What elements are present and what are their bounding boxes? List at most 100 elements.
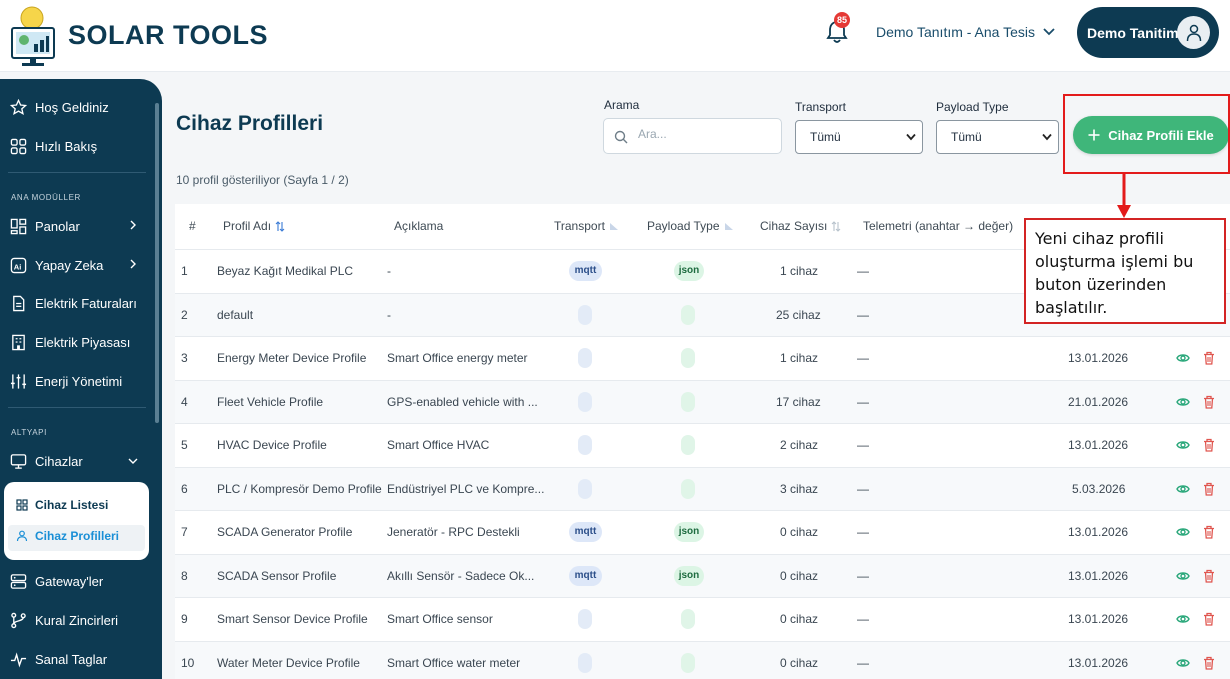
payload-select-value: Tümü [951, 130, 982, 144]
column-header-label: Payload Type [647, 219, 720, 233]
column-header-num: # [189, 219, 196, 233]
payload-badge [681, 304, 695, 325]
chevron-right-icon [130, 220, 136, 230]
sidebar-item-invoices[interactable]: Elektrik Faturaları [10, 292, 137, 314]
submenu-item-label: Cihaz Profilleri [35, 529, 120, 543]
delete-trash-icon[interactable] [1202, 612, 1216, 626]
avatar [1177, 16, 1210, 49]
cell-telemetry: — [857, 481, 869, 496]
delete-trash-icon[interactable] [1202, 438, 1216, 452]
sidebar-item-energy[interactable]: Enerji Yönetimi [10, 370, 122, 392]
payload-badge [681, 391, 695, 412]
sidebar-item-virtual-tags[interactable]: Sanal Taglar [10, 648, 107, 670]
view-eye-icon[interactable] [1176, 438, 1190, 452]
sidebar-scrollbar[interactable] [155, 103, 159, 423]
transport-select[interactable]: Tümü [795, 120, 923, 154]
cell-profile-name: Smart Sensor Device Profile [217, 612, 368, 626]
view-eye-icon[interactable] [1176, 656, 1190, 670]
sidebar-item-market[interactable]: Elektrik Piyasası [10, 331, 130, 353]
profile-count-text: 10 profil gösteriliyor (Sayfa 1 / 2) [176, 173, 349, 187]
cell-device-count: 2 cihaz [780, 438, 819, 452]
cell-created-date: 13.01.2026 [1068, 351, 1129, 365]
annotation-callout: Yeni cihaz profili oluşturma işlemi bu b… [1024, 218, 1226, 324]
transport-select-value: Tümü [810, 130, 841, 144]
sidebar-item-label: Sanal Taglar [35, 651, 108, 667]
sidebar-item-dashboards[interactable]: Panolar [10, 215, 80, 237]
sidebar-item-label: Kural Zincirleri [35, 612, 119, 628]
submenu-item-device-list[interactable]: Cihaz Listesi [16, 498, 108, 512]
cell-device-count: 3 cihaz [780, 481, 819, 496]
table-row[interactable]: 9 Smart Sensor Device Profile Smart Office… [175, 597, 1230, 641]
search-input[interactable] [638, 127, 773, 141]
chevron-down-icon [1043, 28, 1055, 36]
sidebar-item-ai[interactable]: Ai Yapay Zeka [10, 254, 103, 276]
view-eye-icon[interactable] [1176, 612, 1190, 626]
sidebar-item-label: Cihazlar [35, 453, 83, 469]
cell-created-date: 13.01.2026 [1068, 525, 1129, 539]
column-header-telemetry: Telemetri (anahtar → değer) [863, 219, 1014, 233]
view-eye-icon[interactable] [1176, 482, 1190, 496]
cell-description: Smart Office HVAC [387, 438, 490, 452]
submenu-item-device-profiles[interactable]: Cihaz Profilleri [16, 529, 119, 543]
cell-profile-name: Fleet Vehicle Profile [217, 394, 324, 409]
cell-profile-name: SCADA Generator Profile [217, 525, 353, 539]
sidebar-item-rule-chains[interactable]: Kural Zincirleri [10, 609, 118, 631]
delete-trash-icon[interactable] [1202, 656, 1216, 670]
grid-icon [16, 499, 28, 511]
column-header-device-count[interactable]: Cihaz Sayısı [760, 219, 841, 233]
column-header-name[interactable]: Profil Adı [223, 219, 285, 233]
facility-selector[interactable]: Demo Tanıtım - Ana Tesis [876, 24, 1055, 40]
table-row[interactable]: 5 HVAC Device Profile Smart Office HVAC 2 c… [175, 423, 1230, 467]
table-row[interactable]: 10 Water Meter Device Profile Smart Office… [175, 640, 1230, 679]
view-eye-icon[interactable] [1176, 569, 1190, 583]
cell-num: 7 [181, 525, 188, 539]
branch-icon [11, 612, 26, 628]
sidebar-item-devices[interactable]: Cihazlar [10, 450, 83, 472]
column-header-payload[interactable]: Payload Type [647, 219, 734, 233]
cell-created-date: 21.01.2026 [1068, 394, 1129, 409]
sidebar-item-welcome[interactable]: Hoş Geldiniz [10, 96, 109, 118]
devices-submenu: Cihaz Listesi Cihaz Profilleri [4, 482, 149, 560]
sidebar-item-label: Yapay Zeka [35, 257, 104, 273]
delete-trash-icon[interactable] [1202, 569, 1216, 583]
view-eye-icon[interactable] [1176, 351, 1190, 365]
payload-badge [681, 652, 695, 673]
cell-device-count: 0 cihaz [780, 612, 819, 626]
table-row[interactable]: 4 Fleet Vehicle Profile GPS-enabled vehicl… [175, 379, 1230, 423]
transport-badge [578, 652, 592, 673]
cell-description: - [387, 264, 391, 278]
payload-badge: json [674, 565, 704, 586]
user-menu-button[interactable]: Demo Tanitim [1077, 7, 1219, 58]
table-row[interactable]: 6 PLC / Kompresör Demo Profile Endüstriyel… [175, 466, 1230, 510]
table-row[interactable]: 8 SCADA Sensor Profile Akıllı Sensör - Sad… [175, 553, 1230, 597]
payload-badge [681, 435, 695, 455]
cell-device-count: 17 cihaz [776, 394, 821, 409]
delete-trash-icon[interactable] [1202, 351, 1216, 365]
delete-trash-icon[interactable] [1202, 395, 1216, 409]
sidebar-item-gateways[interactable]: Gateway'ler [10, 570, 103, 592]
building-icon [12, 334, 25, 350]
sort-icon [275, 220, 285, 232]
delete-trash-icon[interactable] [1202, 525, 1216, 539]
view-eye-icon[interactable] [1176, 525, 1190, 539]
grid-icon [10, 138, 27, 154]
cell-description: Smart Office sensor [387, 612, 493, 626]
table-row[interactable]: 7 SCADA Generator Profile Jeneratör - RPC … [175, 510, 1230, 554]
cell-telemetry: — [857, 568, 869, 583]
top-header: SOLAR TOOLS 85 Demo Tanıtım - Ana Tesis … [0, 0, 1230, 72]
sidebar-item-quick-view[interactable]: Hızlı Bakış [10, 135, 97, 157]
payload-type-select[interactable]: Tümü [936, 120, 1059, 154]
chevron-right-icon [130, 259, 136, 269]
cell-num: 9 [181, 612, 188, 626]
column-header-transport[interactable]: Transport [554, 219, 619, 233]
sort-icon [831, 220, 841, 232]
payload-badge [681, 609, 695, 629]
sidebar-divider [8, 172, 146, 173]
cell-device-count: 0 cihaz [780, 568, 819, 583]
table-row[interactable]: 3 Energy Meter Device Profile Smart Office… [175, 336, 1230, 380]
view-eye-icon[interactable] [1176, 395, 1190, 409]
transport-badge [578, 304, 592, 325]
cell-description: Akıllı Sensör - Sadece Ok... [387, 568, 535, 583]
delete-trash-icon[interactable] [1202, 482, 1216, 496]
cell-profile-name: default [217, 307, 254, 322]
